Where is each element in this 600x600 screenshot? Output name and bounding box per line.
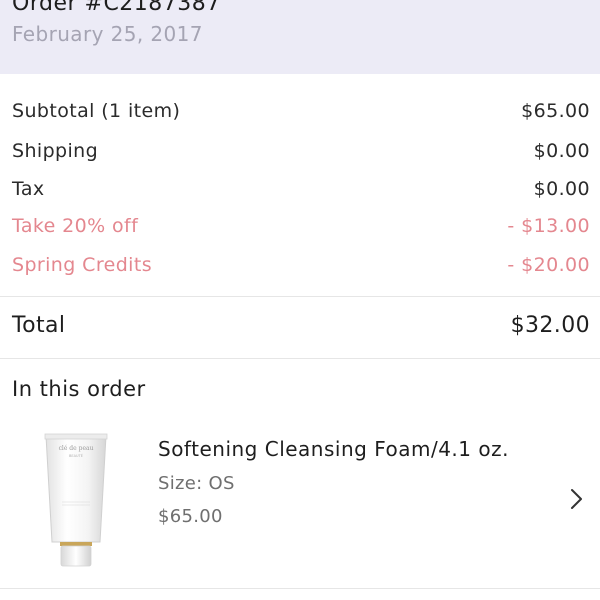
shipping-value: $0.00	[533, 140, 590, 162]
brand-logo-text: clé de peau	[59, 445, 94, 452]
credits-value: - $20.00	[507, 254, 590, 276]
order-header: Order #C2187387 February 25, 2017	[0, 0, 600, 74]
credits-label: Spring Credits	[12, 254, 152, 276]
total-value: $32.00	[510, 313, 590, 338]
discount-value: - $13.00	[507, 215, 590, 237]
total-label: Total	[12, 313, 66, 338]
product-tube-icon: clé de peau BEAUTÉ	[44, 433, 108, 567]
bottom-divider	[0, 588, 600, 589]
item-size: Size: OS	[158, 473, 235, 494]
items-section-title: In this order	[12, 377, 146, 401]
total-divider	[0, 358, 600, 359]
order-number: Order #C2187387	[12, 0, 221, 16]
subtotal-value: $65.00	[521, 100, 590, 122]
discount-label: Take 20% off	[12, 215, 139, 237]
summary-divider	[0, 296, 600, 297]
tax-label: Tax	[12, 178, 45, 200]
order-date: February 25, 2017	[12, 22, 203, 46]
item-name: Softening Cleansing Foam/4.1 oz.	[158, 437, 509, 461]
subtotal-label: Subtotal (1 item)	[12, 100, 181, 122]
chevron-right-icon[interactable]	[565, 484, 587, 514]
svg-text:BEAUTÉ: BEAUTÉ	[69, 453, 83, 458]
order-item-row[interactable]: clé de peau BEAUTÉ Softening Cleansing F…	[0, 420, 600, 580]
item-price: $65.00	[158, 506, 223, 527]
tax-value: $0.00	[533, 178, 590, 200]
shipping-label: Shipping	[12, 140, 99, 162]
